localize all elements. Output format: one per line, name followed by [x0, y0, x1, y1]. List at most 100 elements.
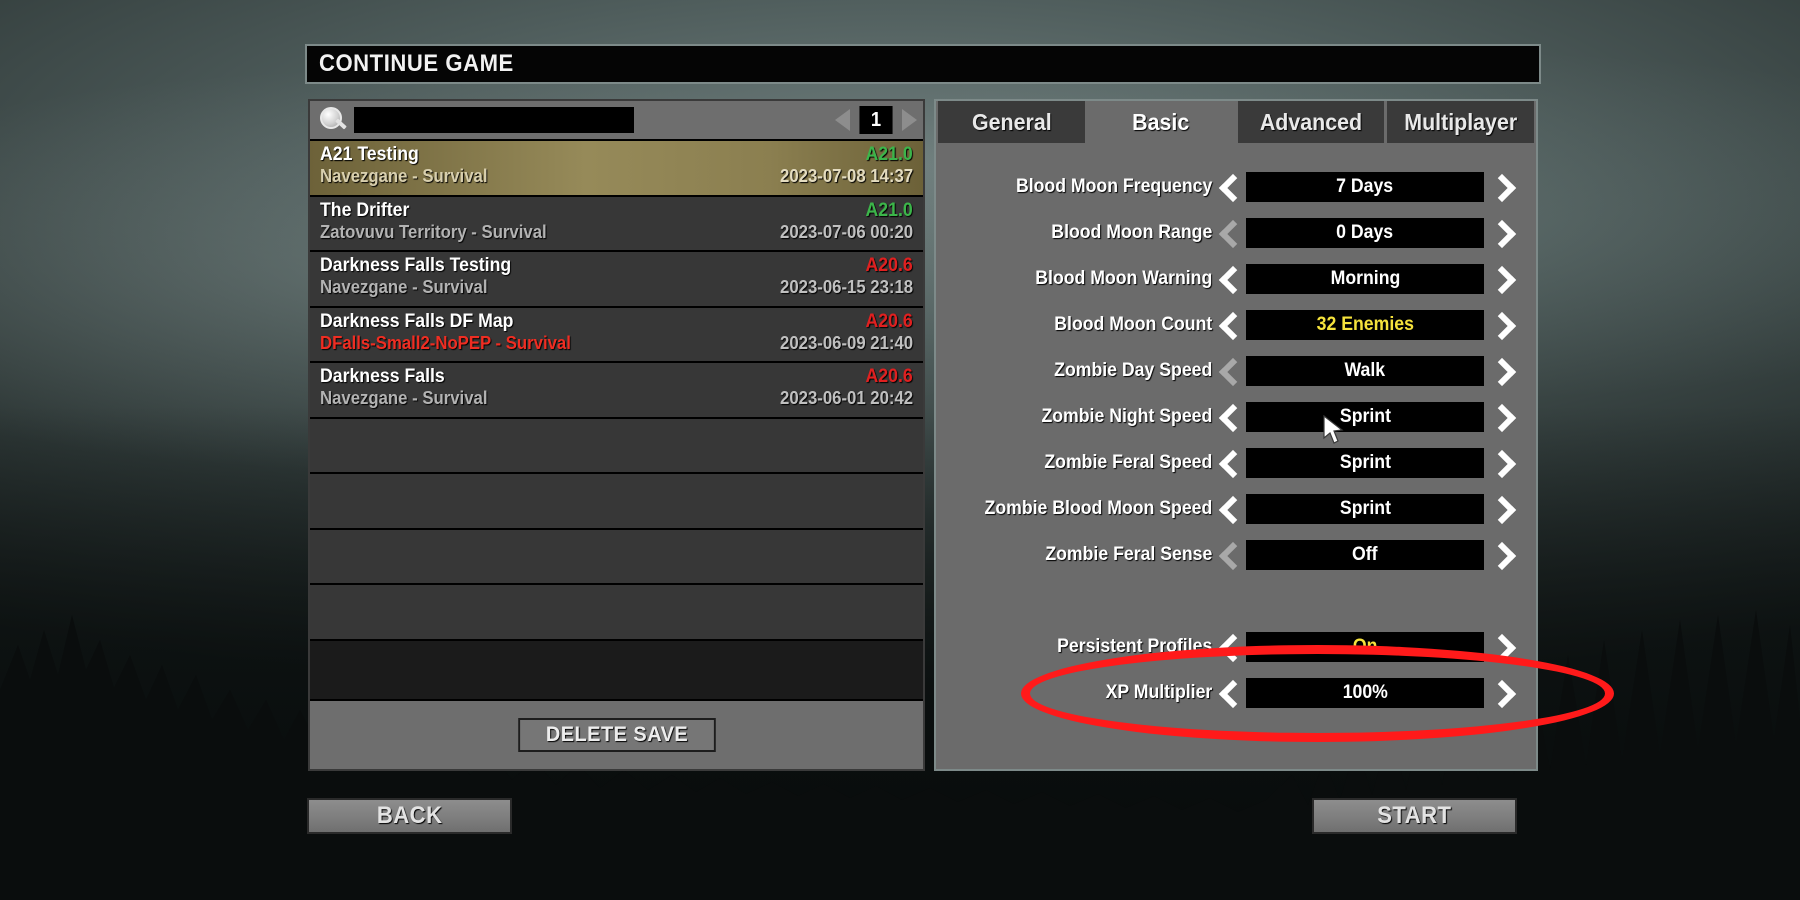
save-name: Darkness Falls Testing: [320, 255, 512, 276]
tab-label: General: [971, 108, 1052, 135]
chevron-right-icon[interactable]: [1488, 540, 1514, 570]
setting-label: Blood Moon Range: [1051, 222, 1213, 243]
start-button[interactable]: START: [1312, 798, 1517, 834]
chevron-left-icon[interactable]: [1216, 310, 1242, 340]
setting-value-text: Sprint: [1339, 452, 1391, 473]
setting-value[interactable]: Sprint: [1246, 494, 1484, 524]
tab-label: Basic: [1132, 108, 1190, 135]
save-version: A20.6: [865, 255, 913, 276]
save-row-empty: [310, 418, 923, 474]
setting-value[interactable]: Morning: [1246, 264, 1484, 294]
setting-row-zombie-blood-moon-speed: Zombie Blood Moon Speed Sprint: [936, 493, 1536, 525]
save-name: A21 Testing: [320, 144, 419, 165]
chevron-right-icon[interactable]: [1488, 264, 1514, 294]
tab-general[interactable]: General: [938, 101, 1085, 143]
triangle-left-icon[interactable]: [835, 109, 850, 131]
settings-panel: General Basic Advanced Multiplayer Blood Mo…: [934, 99, 1538, 771]
setting-value[interactable]: 32 Enemies: [1246, 310, 1484, 340]
setting-value-text: 32 Enemies: [1316, 314, 1414, 335]
setting-row-persistent-profiles: Persistent Profiles On: [936, 631, 1536, 663]
triangle-right-icon[interactable]: [902, 109, 917, 131]
saves-list[interactable]: A21 Testing A21.0 Navezgane - Survival 2023…: [310, 139, 923, 699]
settings-list: Blood Moon Frequency 7 Days Blood Moon Ran…: [936, 143, 1536, 771]
tab-basic[interactable]: Basic: [1087, 101, 1235, 143]
save-row[interactable]: The Drifter A21.0 Zatovuvu Territory - Sur…: [310, 196, 923, 252]
tab-multiplayer[interactable]: Multiplayer: [1387, 101, 1534, 143]
page-title: CONTINUE GAME: [318, 50, 514, 77]
chevron-left-icon[interactable]: [1216, 632, 1242, 662]
save-version: A21.0: [865, 144, 913, 165]
setting-label: Persistent Profiles: [1057, 636, 1213, 657]
chevron-left-icon[interactable]: [1216, 356, 1242, 386]
setting-label: Zombie Day Speed: [1054, 360, 1213, 381]
save-subtitle: Navezgane - Survival: [320, 277, 488, 297]
chevron-right-icon[interactable]: [1488, 448, 1514, 478]
setting-value[interactable]: Walk: [1246, 356, 1484, 386]
setting-value-text: Walk: [1344, 360, 1386, 381]
search-row: 1: [310, 101, 923, 139]
setting-label: Blood Moon Warning: [1035, 268, 1213, 289]
setting-label: XP Multiplier: [1105, 682, 1213, 703]
setting-value[interactable]: Off: [1246, 540, 1484, 570]
save-subtitle: DFalls-Small2-NoPEP - Survival: [320, 332, 571, 353]
setting-label: Blood Moon Count: [1054, 314, 1213, 335]
save-name: Darkness Falls: [320, 366, 445, 387]
setting-row-zombie-feral-speed: Zombie Feral Speed Sprint: [936, 447, 1536, 479]
chevron-right-icon[interactable]: [1488, 310, 1514, 340]
setting-value[interactable]: 7 Days: [1246, 172, 1484, 202]
save-row[interactable]: A21 Testing A21.0 Navezgane - Survival 2023…: [310, 141, 923, 197]
chevron-right-icon[interactable]: [1488, 218, 1514, 248]
back-button[interactable]: BACK: [307, 798, 512, 834]
settings-tabs[interactable]: General Basic Advanced Multiplayer: [936, 101, 1536, 143]
save-version: A20.6: [865, 366, 913, 387]
chevron-left-icon[interactable]: [1216, 218, 1242, 248]
search-icon: [318, 105, 348, 135]
chevron-left-icon[interactable]: [1216, 448, 1242, 478]
save-row[interactable]: Darkness Falls Testing A20.6 Navezgane - S…: [310, 252, 923, 308]
setting-row-blood-moon-count: Blood Moon Count 32 Enemies: [936, 309, 1536, 341]
save-date: 2023-06-15 23:18: [779, 277, 913, 297]
save-date: 2023-06-01 20:42: [779, 388, 913, 408]
continue-game-dialog: CONTINUE GAME 1 A21 Testing A21.0 Navezgan…: [305, 44, 1541, 784]
chevron-right-icon[interactable]: [1488, 172, 1514, 202]
delete-save-bar: DELETE SAVE: [310, 699, 923, 769]
setting-value-text: Sprint: [1339, 498, 1391, 519]
save-date: 2023-07-06 00:20: [779, 221, 913, 242]
save-subtitle: Navezgane - Survival: [320, 388, 488, 408]
save-date: 2023-07-08 14:37: [779, 166, 913, 186]
chevron-left-icon[interactable]: [1216, 494, 1242, 524]
setting-value-text: On: [1352, 636, 1378, 657]
dialog-title-bar: CONTINUE GAME: [305, 44, 1541, 84]
setting-value[interactable]: Sprint: [1246, 448, 1484, 478]
chevron-left-icon[interactable]: [1216, 678, 1242, 708]
setting-value-text: Sprint: [1339, 406, 1391, 427]
chevron-right-icon[interactable]: [1488, 356, 1514, 386]
chevron-right-icon[interactable]: [1488, 494, 1514, 524]
setting-row-zombie-night-speed: Zombie Night Speed Sprint: [936, 401, 1536, 433]
save-row[interactable]: Darkness Falls DF Map A20.6 DFalls-Small2-…: [310, 307, 923, 363]
setting-value-text: 7 Days: [1336, 176, 1394, 197]
setting-value[interactable]: 100%: [1246, 678, 1484, 708]
setting-label: Zombie Feral Sense: [1045, 544, 1213, 565]
chevron-left-icon[interactable]: [1216, 264, 1242, 294]
chevron-left-icon[interactable]: [1216, 540, 1242, 570]
save-date: 2023-06-09 21:40: [779, 332, 913, 353]
chevron-right-icon[interactable]: [1488, 402, 1514, 432]
delete-save-button[interactable]: DELETE SAVE: [517, 718, 716, 752]
save-subtitle: Navezgane - Survival: [320, 166, 488, 186]
chevron-right-icon[interactable]: [1488, 632, 1514, 662]
setting-label: Zombie Blood Moon Speed: [984, 498, 1213, 519]
setting-row-zombie-feral-sense: Zombie Feral Sense Off: [936, 539, 1536, 571]
search-input[interactable]: [354, 107, 634, 133]
chevron-left-icon[interactable]: [1216, 402, 1242, 432]
save-version: A20.6: [865, 310, 913, 332]
save-row[interactable]: Darkness Falls A20.6 Navezgane - Survival 2…: [310, 363, 923, 419]
chevron-left-icon[interactable]: [1216, 172, 1242, 202]
setting-value[interactable]: 0 Days: [1246, 218, 1484, 248]
setting-value[interactable]: Sprint: [1246, 402, 1484, 432]
setting-value[interactable]: On: [1246, 632, 1484, 662]
chevron-right-icon[interactable]: [1488, 678, 1514, 708]
tab-advanced[interactable]: Advanced: [1237, 101, 1385, 143]
game-screen: CONTINUE GAME 1 A21 Testing A21.0 Navezgan…: [0, 0, 1800, 900]
save-name: Darkness Falls DF Map: [320, 310, 514, 332]
